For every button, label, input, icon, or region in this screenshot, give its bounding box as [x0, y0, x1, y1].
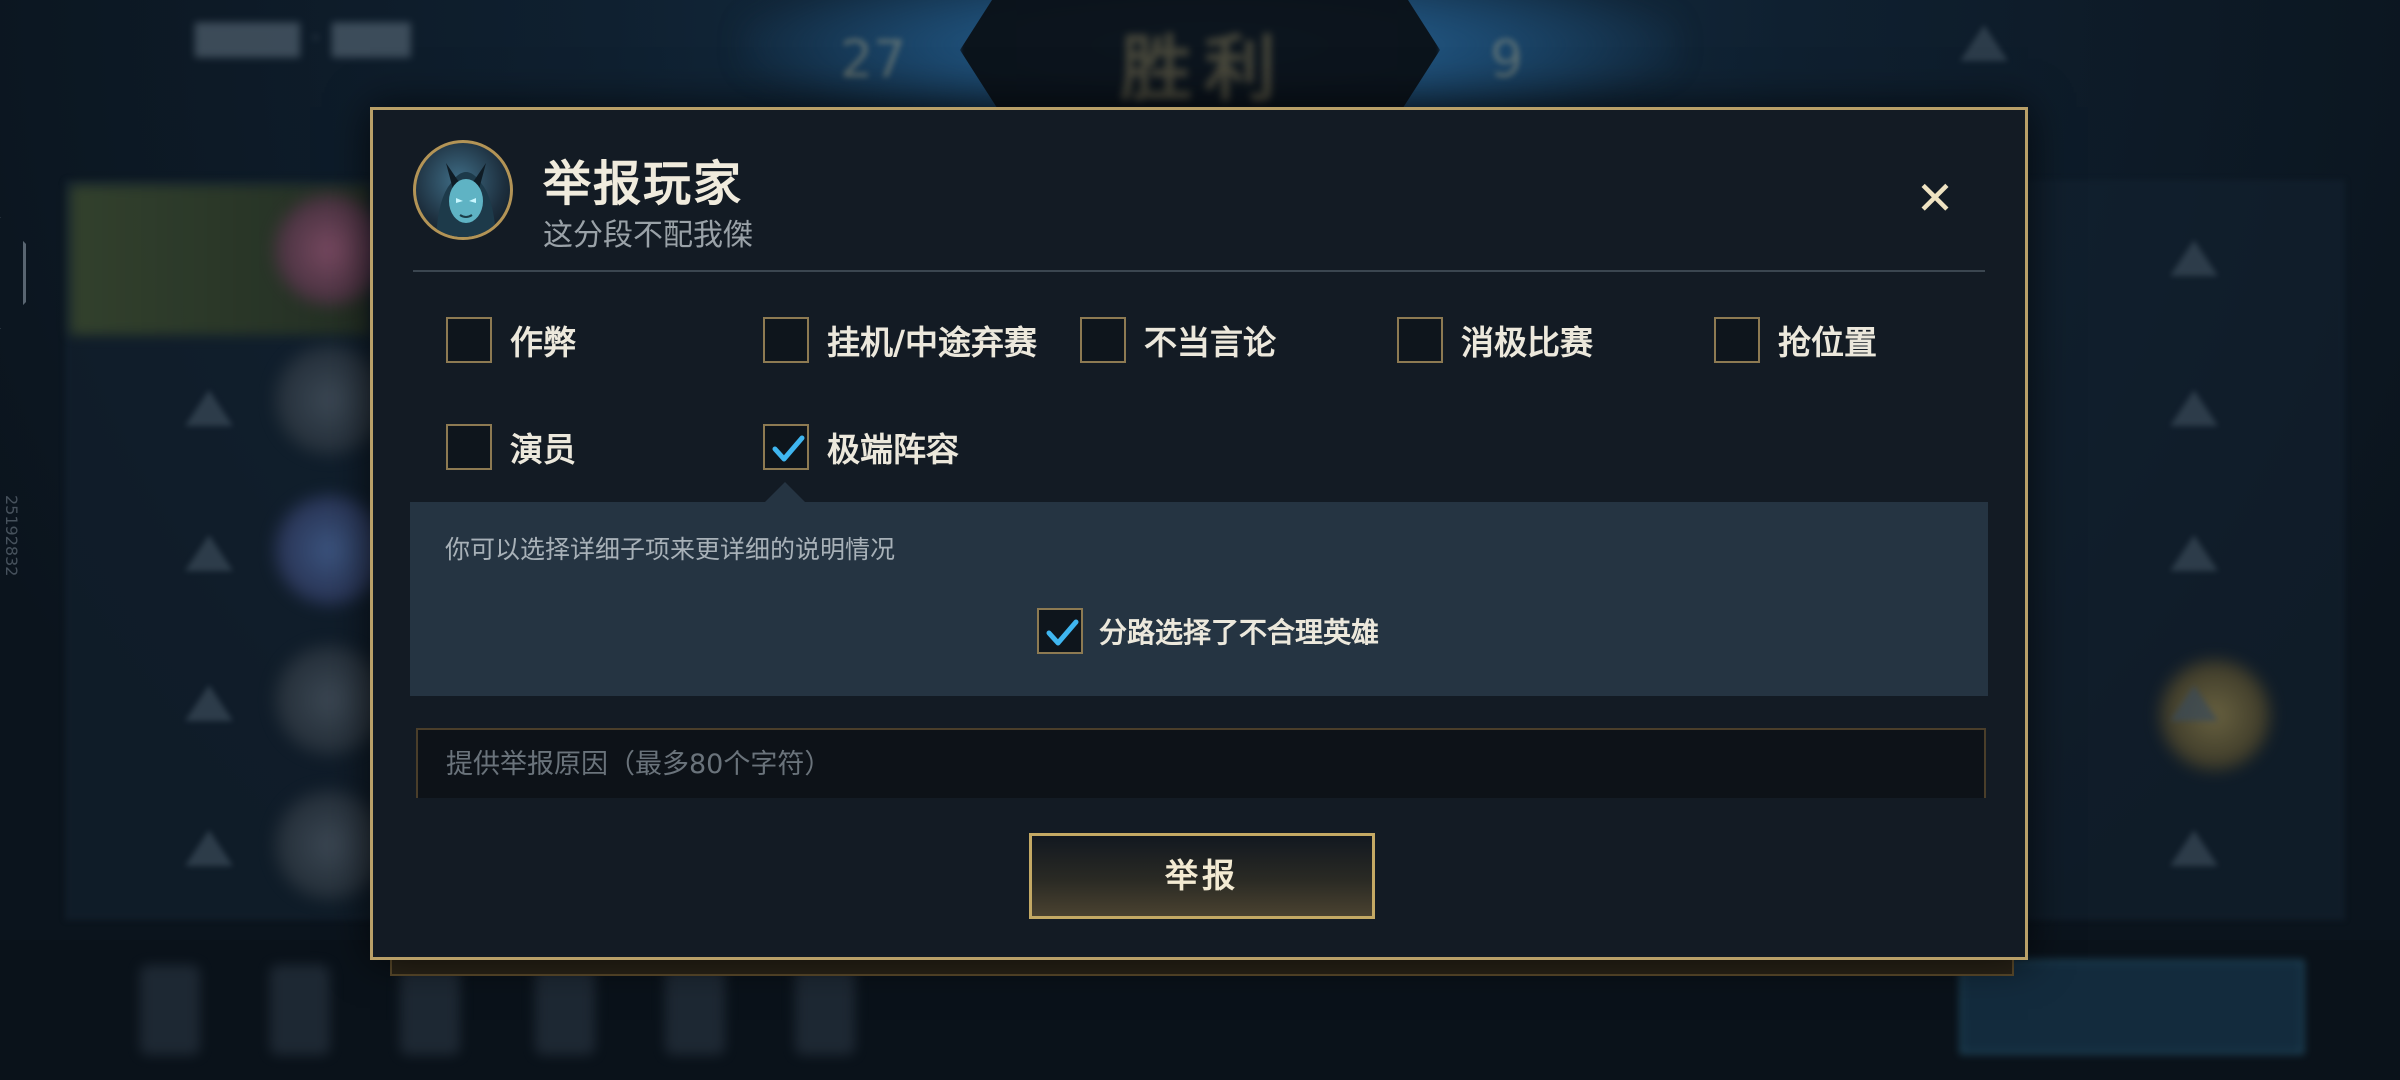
option-label: 极端阵容 — [827, 430, 959, 469]
option-inappropriate-speech[interactable]: 不当言论 — [1080, 313, 1276, 367]
option-label: 挂机/中途弃赛 — [827, 323, 1038, 362]
background-bottom-icon — [795, 965, 855, 1055]
dialog-title: 举报玩家 — [543, 156, 744, 212]
background-rank-icon — [185, 535, 233, 571]
option-cheating[interactable]: 作弊 — [446, 313, 576, 367]
detail-hint-text: 你可以选择详细子项来更详细的说明情况 — [445, 535, 896, 564]
checkmark-icon — [772, 435, 805, 462]
dialog-bottom-edge — [390, 958, 2014, 976]
checkbox-checked[interactable] — [763, 424, 809, 470]
checkbox-checked[interactable] — [1037, 608, 1083, 654]
dialog-header: 举报玩家 这分段不配我傑 ✕ — [413, 140, 1985, 253]
background-side-code: 25192832 — [2, 495, 21, 577]
background-avatar — [275, 195, 385, 305]
option-label: 作弊 — [510, 323, 576, 362]
background-rank-icon — [185, 390, 233, 426]
background-avatar — [275, 645, 385, 755]
option-afk[interactable]: 挂机/中途弃赛 — [763, 313, 1037, 367]
option-label: 演员 — [510, 430, 576, 469]
option-negative-play[interactable]: 消极比赛 — [1397, 313, 1593, 367]
player-avatar — [413, 140, 513, 240]
sub-option-label: 分路选择了不合理英雄 — [1099, 616, 1380, 649]
checkbox[interactable] — [446, 317, 492, 363]
background-hex-icon — [0, 215, 26, 331]
option-label: 不当言论 — [1144, 323, 1276, 362]
avatar-portrait — [436, 163, 496, 237]
sub-option-unreasonable-hero[interactable]: 分路选择了不合理英雄 — [1037, 608, 1379, 654]
reason-input[interactable] — [418, 730, 1984, 798]
detail-subpanel: 你可以选择详细子项来更详细的说明情况 分路选择了不合理英雄 — [410, 502, 1988, 696]
background-mode-title: ▇▇▇▇ · ▇▇▇ — [195, 18, 411, 58]
background-rank-icon — [2170, 535, 2218, 571]
reason-field-wrapper — [416, 728, 1986, 798]
checkbox[interactable] — [1714, 317, 1760, 363]
background-avatar — [275, 495, 385, 605]
option-label: 消极比赛 — [1461, 323, 1593, 362]
background-score-right: 9 — [1490, 30, 1524, 90]
background-bottom-icon — [665, 965, 725, 1055]
background-victory-text: 胜利 — [1120, 27, 1289, 111]
option-extreme-lineup[interactable]: 极端阵容 — [763, 420, 959, 474]
background-bottom-icon — [535, 965, 595, 1055]
background-bottom-icon — [140, 965, 200, 1055]
close-icon[interactable]: ✕ — [1913, 175, 1957, 221]
checkbox[interactable] — [446, 424, 492, 470]
checkbox[interactable] — [763, 317, 809, 363]
background-rank-icon — [2170, 685, 2218, 721]
background-rank-icon — [2170, 830, 2218, 866]
checkbox[interactable] — [1397, 317, 1443, 363]
reported-player-name: 这分段不配我傑 — [543, 218, 753, 253]
background-rank-icon — [2170, 240, 2218, 276]
detail-pointer — [765, 482, 805, 502]
option-role-stealing[interactable]: 抢位置 — [1714, 313, 1877, 367]
background-rank-icon — [185, 685, 233, 721]
background-bottom-icon — [270, 965, 330, 1055]
background-score-left: 27 — [840, 30, 907, 90]
report-submit-button[interactable]: 举报 — [1029, 833, 1375, 919]
checkmark-icon — [1046, 619, 1079, 646]
background-rank-icon — [2170, 390, 2218, 426]
background-rank-icon — [185, 830, 233, 866]
background-top-icon — [1960, 25, 2008, 61]
checkbox[interactable] — [1080, 317, 1126, 363]
report-player-dialog: 举报玩家 这分段不配我傑 ✕ 作弊 挂机/中途弃赛 不当言论 消极比赛 抢位置 … — [370, 107, 2028, 960]
background-avatar — [275, 345, 385, 455]
background-avatar — [275, 790, 385, 900]
background-bottom-icon — [400, 965, 460, 1055]
option-throwing[interactable]: 演员 — [446, 420, 576, 474]
header-divider — [413, 270, 1985, 272]
option-label: 抢位置 — [1778, 323, 1877, 362]
